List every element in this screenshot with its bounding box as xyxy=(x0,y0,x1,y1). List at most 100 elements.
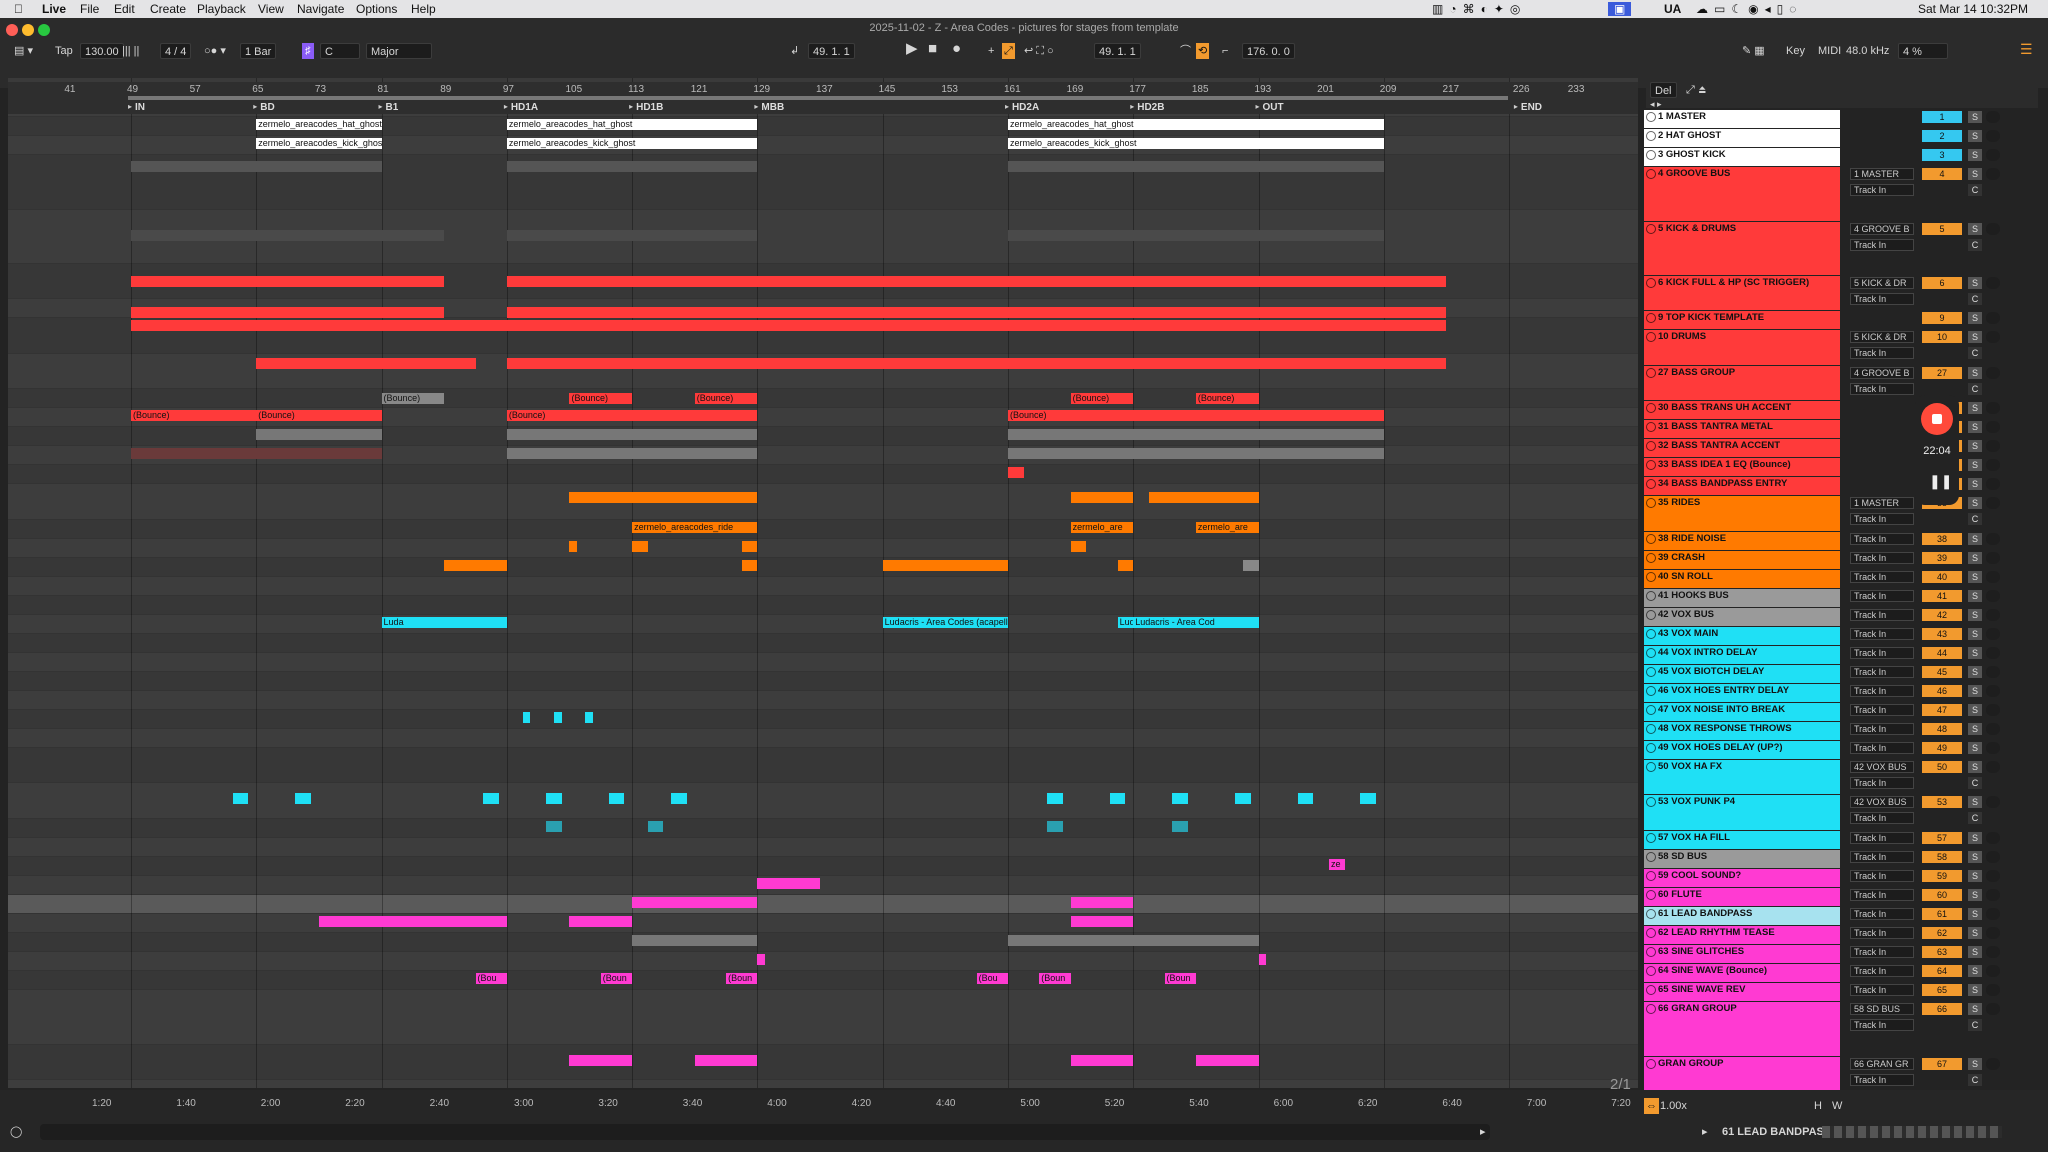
track-volume[interactable]: 44 xyxy=(1922,646,1962,659)
crossfade-button[interactable]: C xyxy=(1968,382,1982,395)
menu-file[interactable]: File xyxy=(80,2,99,16)
track-name[interactable]: 1 MASTER xyxy=(1644,110,1840,129)
fold-icon[interactable] xyxy=(1646,666,1656,677)
arm-button[interactable] xyxy=(1986,965,2000,978)
track-volume[interactable]: 45 xyxy=(1922,665,1962,678)
crossfade-button[interactable]: C xyxy=(1968,812,1982,825)
output-routing-select[interactable]: 4 GROOVE B xyxy=(1850,222,1914,235)
arm-button[interactable] xyxy=(1986,646,2000,659)
clip[interactable] xyxy=(1070,492,1134,504)
recording-widget[interactable]: 22:04 ❚❚ xyxy=(1915,395,1959,505)
play-button[interactable]: ▶ xyxy=(906,41,918,57)
clip[interactable] xyxy=(741,559,758,571)
output-routing-select[interactable]: 66 GRAN GR xyxy=(1850,1057,1914,1070)
track-name[interactable]: 41 HOOKS BUS xyxy=(1644,588,1840,607)
input-routing-select[interactable]: Track In xyxy=(1850,184,1914,197)
track-header[interactable]: 61 LEAD BANDPASS Track In 61 S xyxy=(1640,906,2040,926)
fold-icon[interactable] xyxy=(1646,552,1656,563)
solo-button[interactable]: S xyxy=(1968,168,1982,181)
fold-icon[interactable] xyxy=(1646,223,1656,234)
track-volume[interactable]: 10 xyxy=(1922,331,1962,344)
track-volume[interactable]: 66 xyxy=(1922,1003,1962,1016)
minimize-window-button[interactable] xyxy=(22,24,34,36)
fold-icon[interactable] xyxy=(1646,277,1656,288)
clip[interactable]: Ludacris - Area Codes (acapella) xyxy=(882,616,1008,628)
track-name[interactable]: 59 COOL SOUND? xyxy=(1644,868,1840,887)
clip[interactable] xyxy=(545,793,562,805)
locator-b1[interactable]: B1 xyxy=(386,102,399,113)
arm-button[interactable] xyxy=(1986,421,2000,434)
fold-icon[interactable] xyxy=(1646,851,1656,862)
fold-icon[interactable] xyxy=(1646,150,1656,161)
crossfade-button[interactable]: C xyxy=(1968,347,1982,360)
input-routing-select[interactable]: Track In xyxy=(1850,777,1914,790)
fold-icon[interactable] xyxy=(1646,332,1656,343)
track-lane[interactable] xyxy=(8,933,1638,953)
track-header[interactable]: 53 VOX PUNK P4 42 VOX BUS Track In C 53 S xyxy=(1640,795,2040,830)
arrangement-ruler[interactable]: 41 49 57 65 73 81 89 97 105 113 121 129 137 145 153 161… xyxy=(8,82,1638,114)
clip[interactable]: zermelo_areacodes_ride xyxy=(632,521,758,533)
output-routing-select[interactable]: Track In xyxy=(1850,589,1914,602)
time-signature-field[interactable]: 4 / 4 xyxy=(160,43,192,59)
track-header[interactable]: 50 VOX HA FX 42 VOX BUS Track In C 50 S xyxy=(1640,760,2040,795)
arm-button[interactable] xyxy=(1986,927,2000,939)
clip[interactable]: (Bounce) xyxy=(1195,393,1259,405)
output-routing-select[interactable]: Track In xyxy=(1850,608,1914,621)
clip[interactable] xyxy=(131,320,1447,332)
track-lane[interactable] xyxy=(8,710,1638,730)
track-volume[interactable]: 48 xyxy=(1922,723,1962,735)
crossfade-button[interactable]: C xyxy=(1968,1073,1982,1086)
arm-button[interactable] xyxy=(1986,111,2000,123)
clip[interactable] xyxy=(1047,820,1063,832)
crossfade-button[interactable]: C xyxy=(1968,292,1982,305)
output-routing-select[interactable]: Track In xyxy=(1850,907,1914,920)
clip[interactable]: zermelo_are xyxy=(1195,521,1259,533)
output-routing-select[interactable]: Track In xyxy=(1850,984,1914,997)
clip[interactable] xyxy=(545,820,562,832)
output-routing-select[interactable]: Track In xyxy=(1850,665,1914,678)
clip[interactable]: (Bou xyxy=(475,973,507,985)
track-header[interactable]: 30 BASS TRANS UH ACCENT30S xyxy=(1640,401,2040,420)
record-button[interactable]: ● xyxy=(952,41,961,57)
punch-out-icon[interactable]: ⌐ xyxy=(1222,43,1228,59)
solo-button[interactable]: S xyxy=(1968,946,1982,959)
track-lane[interactable] xyxy=(8,748,1638,784)
track-header[interactable]: 58 SD BUS Track In 58 S xyxy=(1640,849,2040,869)
track-header[interactable]: 44 VOX INTRO DELAY Track In 44 S xyxy=(1640,645,2040,665)
track-name[interactable]: 33 BASS IDEA 1 EQ (Bounce) xyxy=(1644,458,1840,477)
scale-mode-icon[interactable]: ♯ xyxy=(302,43,314,59)
clip[interactable]: Lud xyxy=(1117,616,1134,628)
fold-icon[interactable] xyxy=(1646,908,1656,919)
output-routing-select[interactable]: Track In xyxy=(1850,627,1914,640)
app-menu[interactable]: Live xyxy=(42,2,66,16)
clip[interactable] xyxy=(131,307,445,319)
track-name[interactable]: 34 BASS BANDPASS ENTRY xyxy=(1644,477,1840,496)
tap-button[interactable]: Tap xyxy=(55,43,73,59)
solo-button[interactable]: S xyxy=(1968,850,1982,863)
track-name[interactable]: 62 LEAD RHYTHM TEASE xyxy=(1644,926,1840,945)
track-lane[interactable] xyxy=(8,389,1638,409)
width-button[interactable]: W xyxy=(1832,1098,1842,1114)
clip[interactable] xyxy=(1070,540,1087,552)
track-header[interactable]: 35 RIDES1 MASTERTrack InC35S xyxy=(1640,496,2040,531)
loop-switch-icon[interactable]: ⟲ xyxy=(1196,43,1210,59)
fold-icon[interactable] xyxy=(1646,685,1656,696)
pause-icon[interactable]: ❚❚ xyxy=(1929,473,1952,490)
track-header[interactable]: 2 HAT GHOST 2 S xyxy=(1640,129,2040,148)
device-chain-overview[interactable] xyxy=(1822,1126,2002,1138)
track-name[interactable]: 43 VOX MAIN xyxy=(1644,626,1840,645)
track-header[interactable]: 43 VOX MAIN Track In 43 S xyxy=(1640,626,2040,646)
solo-button[interactable]: S xyxy=(1968,478,1982,491)
clip[interactable] xyxy=(553,712,562,723)
track-name[interactable]: 40 SN ROLL xyxy=(1644,569,1840,588)
track-name[interactable]: 6 KICK FULL & HP (SC TRIGGER) xyxy=(1644,275,1840,311)
output-routing-select[interactable]: 5 KICK & DR xyxy=(1850,331,1914,344)
fold-icon[interactable] xyxy=(1646,628,1656,639)
solo-button[interactable]: S xyxy=(1968,907,1982,920)
fold-icon[interactable] xyxy=(1646,1058,1656,1069)
arm-button[interactable] xyxy=(1986,589,2000,602)
clip[interactable] xyxy=(608,793,625,805)
clip[interactable]: (Boun xyxy=(1164,973,1196,985)
fold-icon[interactable] xyxy=(1646,647,1656,658)
draw-mode-icon[interactable]: ✎ ▦ xyxy=(1742,43,1765,59)
